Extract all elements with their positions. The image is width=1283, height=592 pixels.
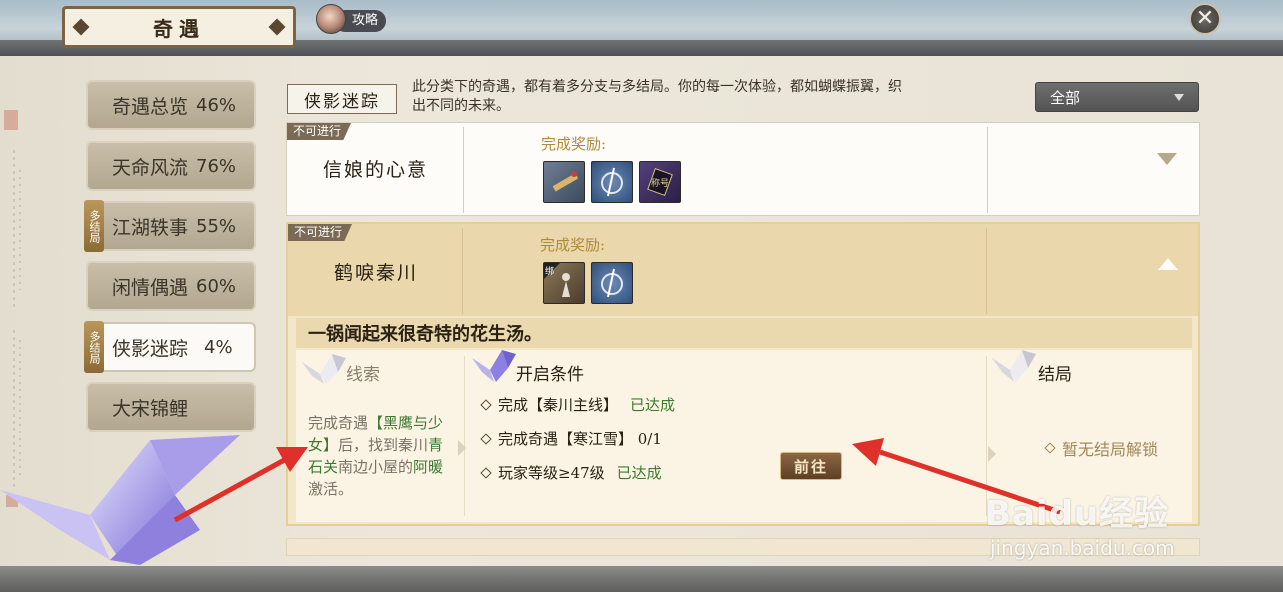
watermark-logo: Baidu经验	[985, 494, 1170, 534]
watermark-url: jingyan.baidu.com	[990, 536, 1175, 560]
arrow-left-annotation	[173, 447, 308, 523]
